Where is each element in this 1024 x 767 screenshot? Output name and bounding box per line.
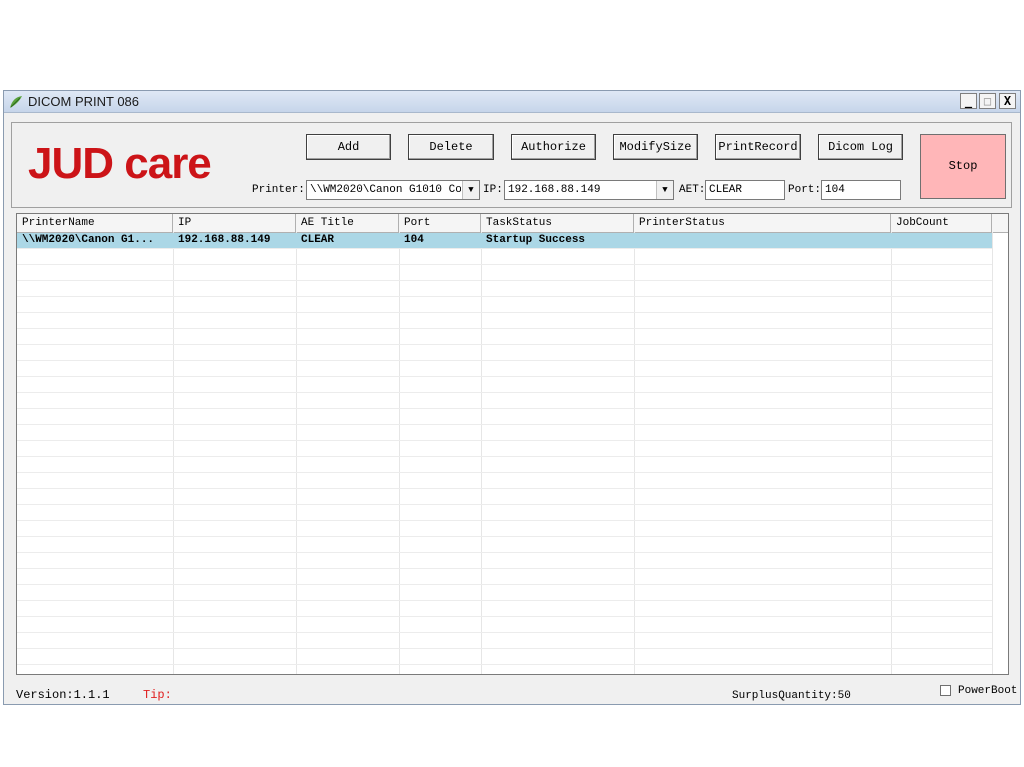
grid-column-line [481, 232, 482, 674]
close-button[interactable]: X [999, 93, 1016, 109]
dicom-log-button[interactable]: Dicom Log [818, 134, 903, 160]
port-label: Port: [788, 184, 822, 196]
grid-row-line [17, 440, 992, 441]
grid-row-line [17, 312, 992, 313]
column-header-task-status[interactable]: TaskStatus [481, 214, 634, 232]
maximize-button[interactable]: □ [979, 93, 996, 109]
grid-row-line [17, 584, 992, 585]
ip-select-value: 192.168.88.149 [508, 184, 601, 196]
power-boot-checkbox[interactable] [940, 685, 951, 696]
grid-row-line [17, 536, 992, 537]
grid-column-line [891, 232, 892, 674]
grid-row-line [17, 552, 992, 553]
grid-row-line [17, 616, 992, 617]
stop-button[interactable]: Stop [920, 134, 1006, 199]
grid-row-line [17, 504, 992, 505]
grid-row-line [17, 264, 992, 265]
grid-row-line [17, 344, 992, 345]
grid-row-line [17, 376, 992, 377]
column-header-ae-title[interactable]: AE Title [296, 214, 399, 232]
dropdown-arrow-icon[interactable]: ▼ [656, 181, 673, 199]
column-header-job-count[interactable]: JobCount [891, 214, 992, 232]
surplus-quantity: SurplusQuantity:50 [732, 690, 851, 702]
ip-select[interactable]: 192.168.88.149 ▼ [504, 180, 674, 200]
grid-row-line [17, 488, 992, 489]
modify-size-button[interactable]: ModifySize [613, 134, 698, 160]
grid-column-line [634, 232, 635, 674]
version-text: Version:1.1.1 [16, 688, 110, 702]
grid-row-line [17, 648, 992, 649]
grid-column-line [296, 232, 297, 674]
grid-row-line [17, 600, 992, 601]
grid-row-line [17, 280, 992, 281]
printer-table[interactable]: PrinterName IP AE Title Port TaskStatus … [16, 213, 1009, 675]
authorize-button[interactable]: Authorize [511, 134, 596, 160]
aet-field[interactable]: CLEAR [705, 180, 785, 200]
cell-task-status: Startup Success [486, 234, 586, 246]
grid-column-line [992, 232, 993, 674]
column-header-printer-status[interactable]: PrinterStatus [634, 214, 891, 232]
cell-job-count [891, 233, 992, 248]
cell-port: 104 [404, 234, 424, 246]
column-header-ip[interactable]: IP [173, 214, 296, 232]
dropdown-arrow-icon[interactable]: ▼ [462, 181, 479, 199]
grid-row-line [17, 328, 992, 329]
cell-printer-name: \\WM2020\Canon G1... [22, 234, 155, 246]
tip-label: Tip: [143, 688, 172, 702]
port-field[interactable]: 104 [821, 180, 901, 200]
cell-ip: 192.168.88.149 [178, 234, 271, 246]
app-icon [10, 96, 22, 108]
printer-select-value: \\WM2020\Canon G1010 Colo [310, 184, 461, 196]
minimize-button[interactable]: _ [960, 93, 977, 109]
window-title: DICOM PRINT 086 [28, 94, 140, 109]
title-bar[interactable]: DICOM PRINT 086 _ □ X [4, 91, 1020, 113]
table-header: PrinterName IP AE Title Port TaskStatus … [17, 214, 1008, 233]
grid-row-line [17, 392, 992, 393]
grid-row-line [17, 248, 992, 249]
grid-row-line [17, 408, 992, 409]
grid-row-line [17, 456, 992, 457]
jud-care-logo: JUD care [28, 139, 212, 188]
grid-row-line [17, 360, 992, 361]
cell-ae-title: CLEAR [301, 234, 335, 246]
add-button[interactable]: Add [306, 134, 391, 160]
grid-column-line [399, 232, 400, 674]
print-record-button[interactable]: PrintRecord [715, 134, 801, 160]
table-row[interactable]: \\WM2020\Canon G1... 192.168.88.149 CLEA… [17, 233, 992, 248]
grid-row-line [17, 424, 992, 425]
column-header-printer-name[interactable]: PrinterName [17, 214, 173, 232]
column-header-port[interactable]: Port [399, 214, 481, 232]
grid-row-line [17, 664, 992, 665]
grid-row-line [17, 520, 992, 521]
aet-label: AET: [679, 184, 706, 196]
grid-row-line [17, 632, 992, 633]
ip-label: IP: [483, 184, 503, 196]
grid-column-line [173, 232, 174, 674]
delete-button[interactable]: Delete [408, 134, 494, 160]
grid-row-line [17, 296, 992, 297]
cell-printer-status [634, 233, 891, 248]
power-boot-label: PowerBoot [958, 685, 1018, 697]
grid-row-line [17, 472, 992, 473]
grid-row-line [17, 568, 992, 569]
printer-select[interactable]: \\WM2020\Canon G1010 Colo ▼ [306, 180, 480, 200]
printer-label: Printer: [252, 184, 305, 196]
